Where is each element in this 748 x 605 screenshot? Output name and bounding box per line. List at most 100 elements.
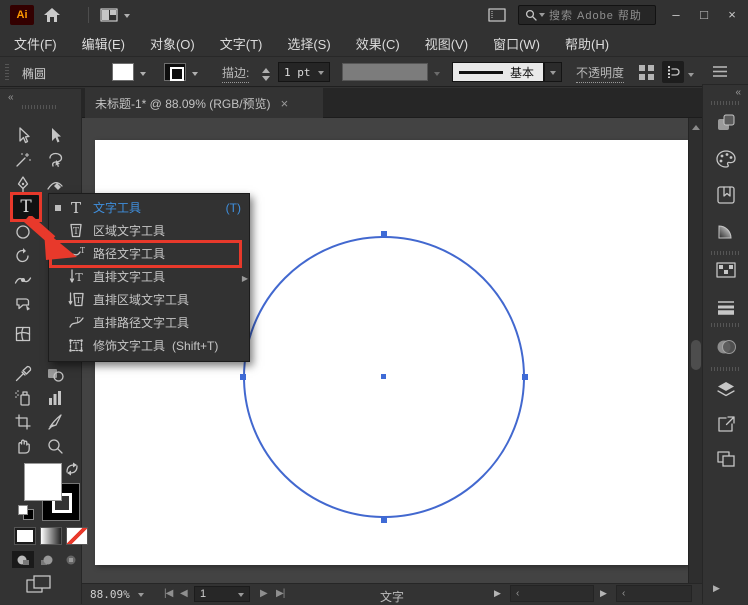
lasso-tool[interactable] <box>44 149 66 171</box>
graph-tool[interactable] <box>44 387 66 409</box>
anchor-right[interactable] <box>522 374 528 380</box>
menu-help[interactable]: 帮助(H) <box>565 34 609 53</box>
artboards-icon[interactable] <box>714 447 738 471</box>
layers-icon[interactable] <box>714 377 738 401</box>
width-tool[interactable] <box>12 269 34 291</box>
menu-view[interactable]: 视图(V) <box>425 34 468 53</box>
search-input[interactable]: 搜索 Adobe 帮助 <box>549 7 642 23</box>
fill-chevron-icon[interactable] <box>140 72 146 79</box>
horizontal-scrollbar-right[interactable]: ‹ <box>616 585 692 602</box>
gradient-icon[interactable] <box>714 219 738 243</box>
search-box[interactable]: 搜索 Adobe 帮助 <box>518 5 656 25</box>
stroke-weight-stepper[interactable] <box>262 64 270 85</box>
align-chevron-icon[interactable] <box>688 73 694 80</box>
menu-select[interactable]: 选择(S) <box>287 34 330 53</box>
menu-effect[interactable]: 效果(C) <box>356 34 400 53</box>
draw-behind-mode-button[interactable] <box>36 551 58 568</box>
arrange-documents-button[interactable] <box>100 8 130 22</box>
collapse-icon[interactable]: « <box>735 87 740 98</box>
swatches-icon[interactable] <box>714 183 738 207</box>
anchor-bottom[interactable] <box>381 517 387 523</box>
magic-wand-tool[interactable] <box>12 149 34 171</box>
first-artboard-icon[interactable]: |◀ <box>164 588 173 599</box>
menu-type[interactable]: 文字(T) <box>220 34 263 53</box>
scroll-up-icon[interactable] <box>691 121 700 130</box>
stroke-icon[interactable] <box>714 295 738 319</box>
default-fill-stroke-icon[interactable] <box>18 505 34 520</box>
hand-tool[interactable] <box>12 435 34 457</box>
pattern-icon[interactable] <box>714 259 738 283</box>
eyedropper-tool[interactable] <box>12 363 34 385</box>
artboard-tool[interactable] <box>12 411 34 433</box>
workspace-icon[interactable] <box>488 8 506 22</box>
stroke-weight-value[interactable]: 1 pt <box>278 62 330 82</box>
next-artboard-icon[interactable]: ▶ <box>260 588 268 599</box>
mesh-tool[interactable] <box>12 323 34 345</box>
color-icon[interactable] <box>714 147 738 171</box>
align-options-button[interactable] <box>662 61 684 83</box>
last-artboard-icon[interactable]: ▶| <box>276 588 285 599</box>
transparency-icon[interactable] <box>714 335 738 359</box>
gripper[interactable] <box>22 105 58 109</box>
export-icon[interactable] <box>714 413 738 437</box>
align-icon[interactable] <box>638 64 655 81</box>
gripper[interactable] <box>5 64 9 80</box>
dock-expand-icon[interactable]: ▶ <box>713 583 720 594</box>
gripper[interactable] <box>711 101 741 105</box>
horizontal-scrollbar-left[interactable]: ‹ <box>510 585 594 602</box>
scrollbar-thumb[interactable] <box>691 340 701 370</box>
slice-tool[interactable] <box>44 411 66 433</box>
close-button[interactable]: × <box>718 3 746 25</box>
blend-tool[interactable] <box>44 363 66 385</box>
minimize-button[interactable]: – <box>662 3 690 25</box>
direct-selection-tool[interactable] <box>44 125 66 147</box>
anchor-left[interactable] <box>240 374 246 380</box>
none-button[interactable] <box>66 527 88 545</box>
curvature-tool[interactable] <box>44 173 66 195</box>
properties-icon[interactable] <box>714 111 738 135</box>
previous-artboard-icon[interactable]: ◀ <box>180 588 188 599</box>
home-icon[interactable] <box>42 6 62 24</box>
selection-tool[interactable] <box>12 125 34 147</box>
fill-indicator[interactable] <box>24 463 62 501</box>
panel-menu-icon[interactable] <box>712 65 728 78</box>
gripper[interactable] <box>711 367 741 371</box>
menu-item-vertical-type-tool[interactable]: T 直排文字工具 <box>49 265 249 288</box>
stroke-style-chevron-button[interactable] <box>544 62 562 82</box>
gradient-button[interactable] <box>40 527 62 545</box>
status-options-icon[interactable]: ▶ <box>494 588 501 599</box>
menu-item-vertical-area-type-tool[interactable]: T 直排区域文字工具 <box>49 288 249 311</box>
fill-color-swatch[interactable] <box>112 63 134 81</box>
artboard-number-dropdown[interactable]: 1 <box>194 586 250 602</box>
symbol-sprayer-tool[interactable] <box>12 387 34 409</box>
stroke-style-dropdown[interactable]: 基本 <box>452 62 544 82</box>
vertical-scrollbar[interactable] <box>688 118 702 583</box>
maximize-button[interactable]: □ <box>690 3 718 25</box>
anchor-top[interactable] <box>381 231 387 237</box>
stroke-weight-label[interactable]: 描边: <box>222 64 250 83</box>
document-tab[interactable]: 未标题-1* @ 88.09% (RGB/预览) × <box>85 88 323 118</box>
shaper-tool[interactable] <box>12 293 34 315</box>
menu-edit[interactable]: 编辑(E) <box>82 34 125 53</box>
draw-inside-mode-button[interactable] <box>60 551 82 568</box>
menu-object[interactable]: 对象(O) <box>150 34 195 53</box>
stroke-chevron-icon[interactable] <box>192 72 198 79</box>
menu-file[interactable]: 文件(F) <box>14 34 57 53</box>
gripper[interactable] <box>711 323 741 327</box>
stroke-color-swatch[interactable] <box>164 63 186 81</box>
menu-window[interactable]: 窗口(W) <box>493 34 540 53</box>
draw-normal-mode-button[interactable] <box>12 551 34 568</box>
menu-item-touch-type-tool[interactable]: T 修饰文字工具 (Shift+T) <box>49 334 249 357</box>
collapse-icon[interactable]: « <box>8 92 13 103</box>
tab-close-icon[interactable]: × <box>281 96 289 111</box>
zoom-level-dropdown[interactable]: 88.09% <box>86 586 158 602</box>
swap-fill-stroke-icon[interactable] <box>64 461 80 477</box>
color-button[interactable] <box>14 527 36 545</box>
menu-item-vertical-path-type-tool[interactable]: T 直排路径文字工具 <box>49 311 249 334</box>
opacity-label[interactable]: 不透明度 <box>576 64 625 83</box>
flyout-tearoff-arrow-icon[interactable]: ▶ <box>242 274 248 283</box>
screen-mode-icon[interactable] <box>26 575 52 595</box>
zoom-tool[interactable] <box>44 435 66 457</box>
gripper[interactable] <box>711 251 741 255</box>
scroll-right-icon[interactable]: ▶ <box>600 588 607 599</box>
